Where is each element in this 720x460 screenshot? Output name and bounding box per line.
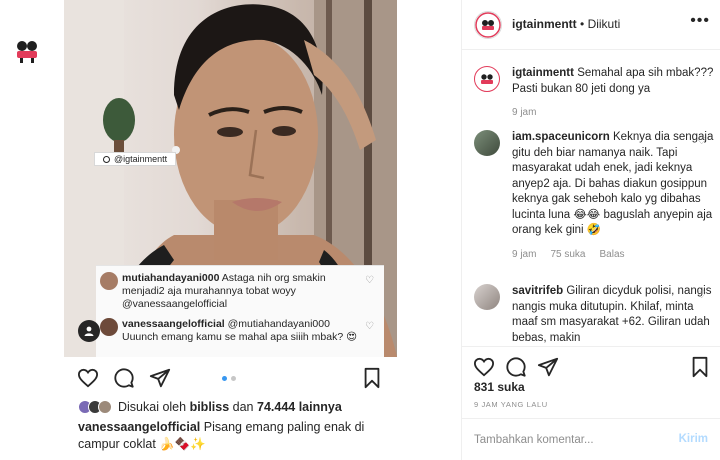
overlay-comment-user: mutiahandayani000 (122, 272, 220, 284)
post-media-area: @igtainmentt mutiahandayani000 Astaga ni… (0, 0, 462, 460)
person-tag-icon[interactable] (78, 320, 100, 342)
comment-likes[interactable]: 75 suka (550, 247, 585, 263)
avatar[interactable] (474, 284, 500, 310)
comment-meta: 9 jam (512, 105, 714, 121)
comment-user[interactable]: igtainmentt (512, 67, 574, 79)
heart-icon: ♡ (365, 275, 374, 286)
carousel-dot-active[interactable] (222, 376, 227, 381)
send-comment-button[interactable]: Kirim (679, 433, 708, 445)
media-likes-row: Disukai oleh bibliss dan 74.444 lainnya (78, 400, 342, 414)
post-side-panel: igtainmentt • Diikuti ••• igtainmentt Se… (462, 0, 720, 460)
photo-user-tag-label: @igtainmentt (114, 154, 168, 164)
screenshot-comment-box: mutiahandayani000 Astaga nih org smakin … (96, 265, 384, 357)
panel-likes-count[interactable]: 831 suka (474, 380, 525, 394)
share-icon[interactable] (148, 366, 172, 390)
carousel-dots[interactable] (222, 376, 236, 381)
caption-user[interactable]: vanessaangelofficial (78, 420, 200, 434)
comment-item: savitrifeb Giliran dicyduk polisi, nangi… (474, 284, 714, 346)
likes-prefix: Disukai oleh (118, 400, 187, 414)
share-icon[interactable] (536, 355, 560, 379)
account-logo (12, 35, 42, 65)
media-caption: vanessaangelofficial Pisang emang paling… (78, 419, 408, 453)
instagram-icon (103, 155, 110, 163)
heart-icon[interactable]: ♡ (697, 288, 706, 304)
comment-text: Keknya dia sengaja gitu deh biar namanya… (512, 131, 714, 236)
avatar[interactable] (474, 11, 502, 39)
comment-item: iam.spaceunicorn Keknya dia sengaja gitu… (474, 130, 714, 262)
liker-username[interactable]: bibliss (190, 400, 230, 414)
avatar[interactable] (474, 66, 500, 92)
comment-form: Kirim (462, 418, 720, 460)
comment-icon[interactable] (504, 355, 528, 379)
comment-time[interactable]: 9 jam (512, 105, 536, 121)
comment-user[interactable]: savitrifeb (512, 285, 563, 297)
bookmark-icon[interactable] (360, 366, 384, 390)
heart-icon: ♡ (365, 321, 374, 332)
comment-meta: 9 jam 75 suka Balas (512, 247, 714, 263)
follow-separator: • (580, 17, 585, 31)
photo-user-tag[interactable]: @igtainmentt (94, 152, 177, 166)
comment-time[interactable]: 9 jam (512, 247, 536, 263)
heart-icon[interactable] (472, 355, 496, 379)
overlay-comment-user: vanessaangelofficial (122, 318, 225, 330)
media-action-bar (64, 364, 397, 390)
post-timestamp[interactable]: 9 JAM YANG LALU (474, 400, 548, 409)
carousel-dot[interactable] (231, 376, 236, 381)
post-author: igtainmentt • Diikuti (512, 17, 620, 31)
post-header: igtainmentt • Diikuti ••• (462, 0, 720, 50)
overlay-avatar (100, 272, 118, 290)
comment-user[interactable]: iam.spaceunicorn (512, 131, 610, 143)
overlay-comment-2: vanessaangelofficial @mutiahandayani000 … (96, 318, 384, 344)
comment-icon[interactable] (112, 366, 136, 390)
bookmark-icon[interactable] (688, 355, 712, 379)
comment-list: igtainmentt Semahal apa sih mbak??? Past… (462, 50, 720, 346)
heart-icon[interactable]: ♡ (697, 134, 706, 150)
post-author-username[interactable]: igtainmentt (512, 17, 577, 31)
reply-button[interactable]: Balas (599, 247, 624, 263)
likes-mid: dan (232, 400, 254, 414)
avatar[interactable] (474, 130, 500, 156)
overlay-avatar (100, 318, 118, 336)
follow-status[interactable]: Diikuti (588, 17, 621, 31)
heart-icon[interactable] (76, 366, 100, 390)
more-icon[interactable]: ••• (690, 12, 710, 30)
comment-item: igtainmentt Semahal apa sih mbak??? Past… (474, 66, 714, 121)
likes-count[interactable]: 74.444 lainnya (257, 400, 342, 414)
comment-input[interactable] (474, 431, 664, 449)
liker-avatars (78, 400, 112, 414)
overlay-comment-1: mutiahandayani000 Astaga nih org smakin … (96, 272, 384, 311)
